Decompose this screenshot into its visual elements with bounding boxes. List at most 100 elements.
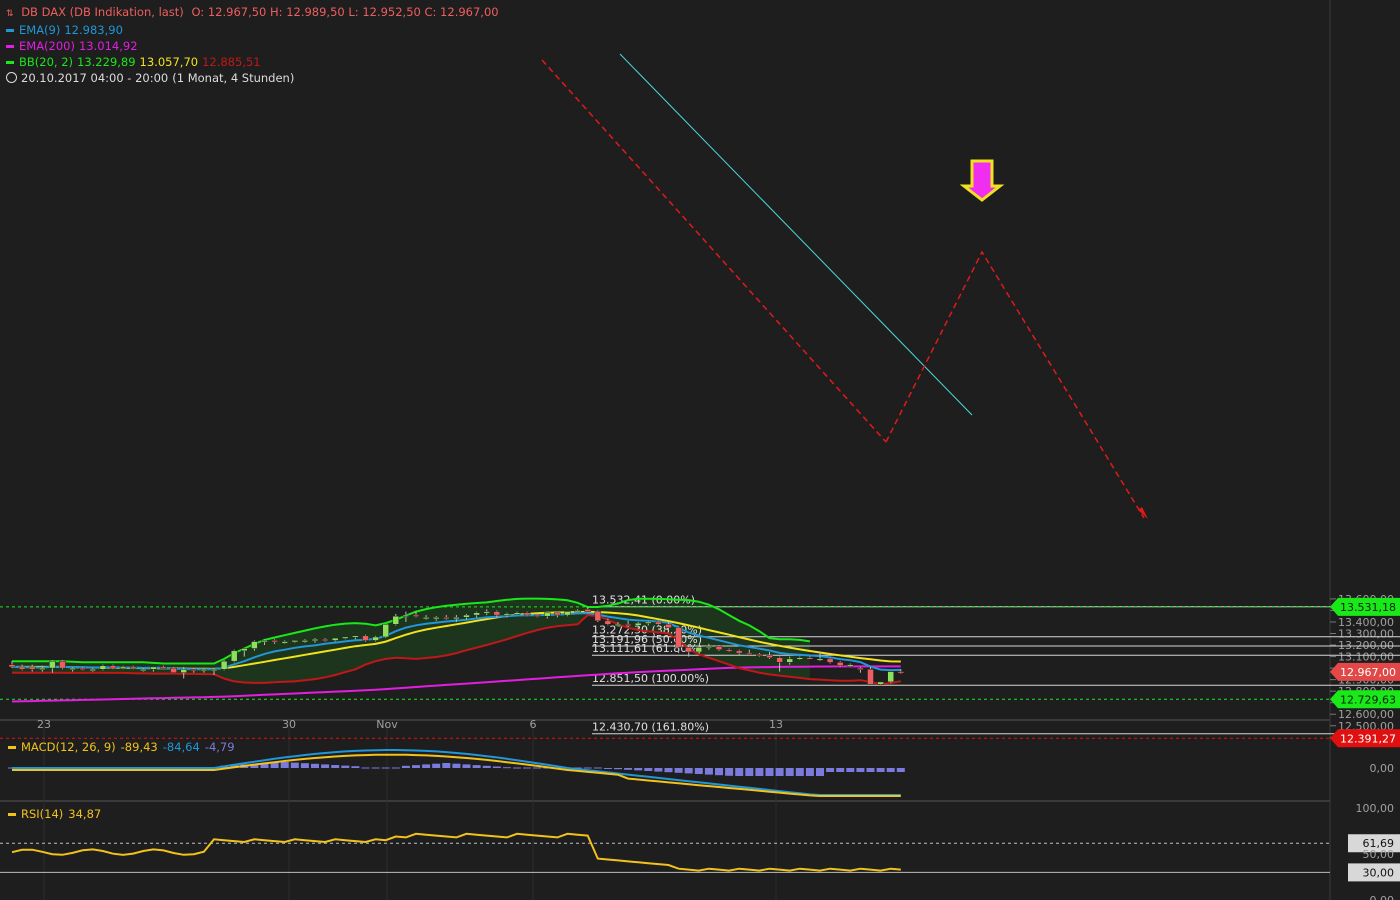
- macd-histogram-bar: [634, 768, 643, 771]
- candle-body: [311, 639, 319, 642]
- macd-histogram-bar: [533, 767, 542, 769]
- candle-body: [28, 666, 36, 670]
- candle-body: [109, 665, 117, 669]
- candle-body: [513, 612, 521, 615]
- candle-body: [624, 624, 632, 627]
- macd-histogram-bar: [785, 768, 794, 776]
- candle-body: [715, 645, 723, 650]
- candle-body: [847, 664, 854, 667]
- candle-body: [79, 667, 86, 670]
- candle-body: [150, 666, 157, 670]
- ema9-swatch-icon: [6, 29, 14, 32]
- ema200-label: EMA(200): [19, 39, 75, 53]
- macd-label: MACD(12, 26, 9): [21, 740, 116, 754]
- macd-histogram-bar: [432, 763, 441, 768]
- ema9-label: EMA(9): [19, 23, 61, 37]
- candle-body: [746, 652, 753, 655]
- macd-histogram-bar: [603, 768, 612, 769]
- macd-histogram-bar: [866, 768, 875, 772]
- macd-histogram-bar: [311, 763, 319, 768]
- macd-value-1: -89,43: [120, 740, 158, 754]
- macd-histogram-bar: [775, 768, 784, 776]
- candle-body: [432, 617, 440, 620]
- candle-body: [574, 610, 581, 613]
- macd-histogram-bar: [341, 765, 350, 768]
- instrument-title: DB DAX (DB Indikation, last): [21, 5, 184, 19]
- macd-histogram-bar: [290, 762, 299, 768]
- macd-histogram-bar: [735, 768, 744, 776]
- candle-body: [614, 624, 622, 627]
- chart-legend: ⇅ DB DAX (DB Indikation, last) O: 12.967…: [6, 4, 503, 86]
- macd-histogram-bar: [442, 763, 451, 768]
- candle-body: [18, 666, 26, 670]
- candle-body: [766, 655, 773, 658]
- macd-histogram-bar: [715, 768, 723, 776]
- trendline-red-dashed: [541, 59, 887, 443]
- legend-ema200: EMA(200) 13.014,92: [6, 38, 503, 54]
- price-marker: 13.531,18: [1330, 597, 1400, 616]
- interval-text: (1 Monat, 4 Stunden): [172, 71, 295, 85]
- macd-histogram-bar: [502, 767, 511, 769]
- macd-histogram-bar: [886, 768, 895, 772]
- price-marker-label: 13.531,18: [1340, 601, 1396, 614]
- candle-body: [655, 621, 662, 625]
- macd-histogram-bar: [381, 767, 390, 769]
- candle-body: [210, 669, 218, 672]
- price-marker-label: 12.391,27: [1340, 732, 1396, 745]
- candle-body: [705, 645, 713, 648]
- forecast-path: [885, 250, 1145, 519]
- price-marker: 12.967,00: [1330, 662, 1400, 681]
- price-marker-label: 12.729,63: [1340, 693, 1396, 706]
- ohlc-values: O: 12.967,50 H: 12.989,50 L: 12.952,50 C…: [191, 5, 499, 19]
- candle-body: [816, 658, 824, 661]
- macd-histogram-bar: [452, 763, 461, 768]
- candle-body: [190, 669, 198, 672]
- rsi-marker-label: 30,00: [1363, 866, 1395, 879]
- rsi-y-tick-label: 50,00: [1363, 848, 1395, 861]
- macd-histogram-bar: [523, 767, 532, 769]
- candle-body: [69, 667, 76, 670]
- macd-histogram-bar: [836, 768, 845, 772]
- candle-body: [735, 650, 743, 654]
- macd-histogram-bar: [280, 762, 289, 768]
- rsi-y-tick-label: 0,00: [1370, 894, 1395, 900]
- fib-level-label: 12.430,70 (161.80%): [592, 721, 709, 734]
- candle-body: [160, 666, 167, 669]
- candle-body: [756, 654, 763, 657]
- candle-body: [594, 611, 602, 622]
- candle-body: [523, 612, 531, 616]
- legend-bb: BB(20, 2) 13.229,89 13.057,70 12.885,51: [6, 54, 503, 70]
- macd-histogram-bar: [755, 768, 764, 776]
- macd-value-2: -84,64: [162, 740, 200, 754]
- candle-body: [8, 664, 16, 668]
- bb-lower-value: 12.885,51: [202, 55, 261, 69]
- candle-body: [281, 641, 288, 644]
- candle-body: [685, 647, 692, 653]
- macd-histogram-bar: [704, 768, 713, 775]
- candle-body: [463, 614, 470, 618]
- candle-body: [533, 614, 541, 617]
- candle-body: [49, 660, 56, 669]
- candle-body: [241, 648, 248, 652]
- rsi-y-tick-label: 100,00: [1356, 802, 1395, 815]
- macd-histogram-bar: [593, 767, 602, 769]
- candle-body: [877, 681, 884, 685]
- candle-body: [836, 662, 844, 667]
- macd-y-tick-label: 0,00: [1370, 762, 1395, 775]
- macd-histogram-bar: [331, 765, 340, 768]
- bb-swatch-icon: [6, 61, 14, 64]
- macd-histogram-bar: [694, 768, 703, 774]
- down-arrow-icon: [959, 159, 1005, 202]
- macd-histogram-bar: [876, 768, 885, 772]
- macd-histogram-bar: [462, 764, 471, 768]
- macd-histogram-bar: [765, 768, 774, 776]
- x-tick-label: 23: [37, 718, 51, 731]
- bb-upper-value: 13.229,89: [77, 55, 136, 69]
- macd-histogram-bar: [745, 768, 754, 776]
- price-marker: 12.729,63: [1330, 690, 1400, 709]
- candle-body: [331, 637, 339, 641]
- candle-body: [402, 614, 410, 617]
- candle-body: [544, 612, 551, 617]
- macd-legend: MACD(12, 26, 9) -89,43 -84,64 -4,79: [8, 740, 240, 754]
- macd-histogram-bar: [412, 765, 420, 768]
